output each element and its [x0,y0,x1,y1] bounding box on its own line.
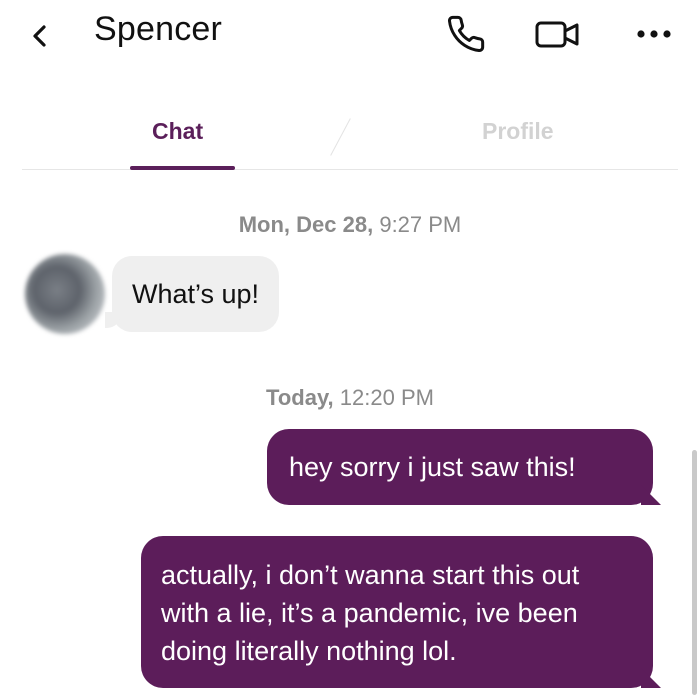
avatar[interactable] [25,254,105,334]
bubble-tail [641,485,661,505]
timestamp-time: 12:20 PM [339,385,434,410]
chevron-left-icon [33,25,46,47]
contact-name[interactable]: Spencer [94,10,222,49]
tab-bar: Chat Profile [22,100,678,170]
outgoing-message[interactable]: actually, i don’t wanna start this out w… [141,536,661,688]
tab-divider [330,118,351,156]
active-tab-indicator [130,166,235,170]
bubble-tail [105,312,121,328]
tab-profile[interactable]: Profile [482,118,554,145]
phone-icon [448,15,485,52]
timestamp-day: Today, [266,385,334,410]
outgoing-message[interactable]: hey sorry i just saw this! [267,429,661,505]
timestamp-time: 9:27 PM [379,212,462,237]
message-timestamp: Today, 12:20 PM [0,385,700,411]
timestamp-day: Mon, Dec 28, [238,212,374,237]
message-text: actually, i don’t wanna start this out w… [161,560,580,666]
video-call-button[interactable] [533,12,581,56]
message-text: hey sorry i just saw this! [289,452,576,482]
chat-header: Spencer [0,0,700,70]
scrollbar[interactable] [692,450,697,695]
message-timestamp: Mon, Dec 28, 9:27 PM [0,212,700,238]
video-camera-icon [535,21,579,48]
incoming-message[interactable]: What’s up! [105,256,280,332]
more-options-button[interactable] [630,12,678,56]
message-text: What’s up! [132,278,260,309]
bubble-tail [641,668,661,688]
more-dots-icon [637,30,671,38]
call-button[interactable] [442,12,490,56]
back-button[interactable] [22,18,58,54]
tab-chat[interactable]: Chat [152,118,203,145]
